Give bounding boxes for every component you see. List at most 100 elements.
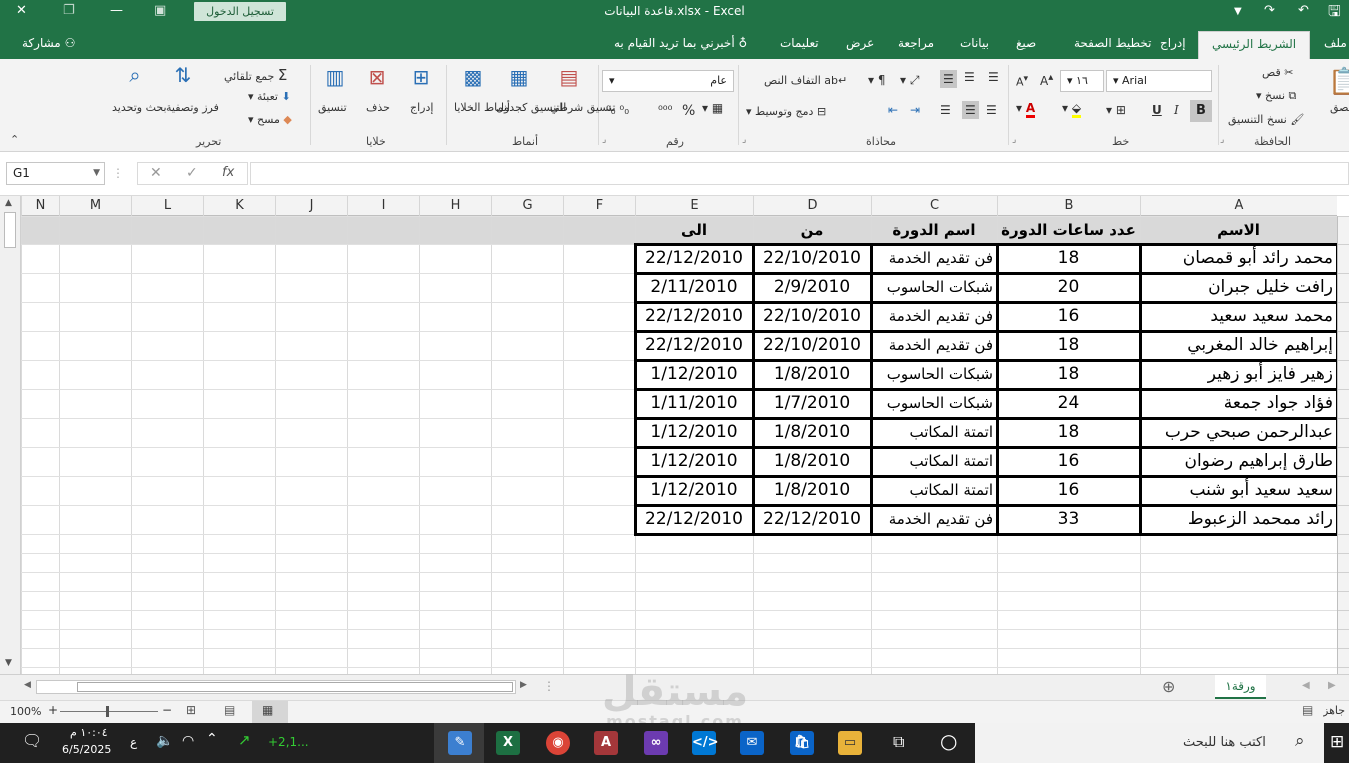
excel-icon[interactable]: X: [496, 731, 520, 755]
dialog-launcher-icon[interactable]: ⌟: [742, 135, 746, 145]
column-header[interactable]: K: [203, 196, 275, 216]
align-left-icon[interactable]: ☰: [986, 103, 997, 117]
delete-cells-button[interactable]: حذف: [366, 101, 390, 114]
orientation-icon[interactable]: ▾ ⤢: [900, 73, 919, 88]
column-header[interactable]: J: [275, 196, 347, 216]
table-header-cell[interactable]: اسم الدورة: [871, 216, 997, 244]
table-cell[interactable]: 16: [1001, 476, 1136, 505]
scroll-up-icon[interactable]: ▲: [5, 198, 12, 208]
column-header[interactable]: M: [59, 196, 131, 216]
scroll-thumb[interactable]: [4, 212, 16, 248]
qat-dropdown-icon[interactable]: ▼: [1234, 6, 1242, 17]
tab-insert[interactable]: إدراج: [1160, 36, 1186, 50]
table-cell[interactable]: شبكات الحاسوب: [875, 273, 993, 302]
comma-style-icon[interactable]: ⁰⁰⁰: [658, 103, 672, 117]
table-cell[interactable]: سعيد سعيد أبو شنب: [1144, 476, 1333, 505]
underline-button[interactable]: U: [1152, 103, 1162, 117]
cell-styles-button[interactable]: أنماط الخلايا: [454, 101, 510, 114]
macro-record-icon[interactable]: ▤: [1302, 703, 1313, 717]
column-header[interactable]: C: [871, 196, 997, 216]
paste-icon[interactable]: 📋: [1328, 67, 1349, 97]
dialog-launcher-icon[interactable]: ⌟: [1220, 135, 1224, 145]
number-format-select[interactable]: ▾ عام: [602, 70, 734, 92]
table-cell[interactable]: 1/11/2010: [639, 389, 749, 418]
scroll-down-icon[interactable]: ▼: [5, 658, 12, 668]
clock-time[interactable]: ١٠:٠٤ م: [70, 726, 108, 739]
page-layout-view-icon[interactable]: ▤: [224, 703, 235, 717]
table-cell[interactable]: 22/10/2010: [757, 331, 867, 360]
column-header[interactable]: A: [1140, 196, 1337, 216]
clear-button[interactable]: ▾ مسح ◆: [248, 113, 292, 126]
italic-button[interactable]: I: [1174, 103, 1179, 117]
sheet-tab[interactable]: ورقة١: [1215, 675, 1266, 699]
tab-review[interactable]: مراجعة: [898, 36, 934, 50]
collapse-ribbon-icon[interactable]: ⌃: [10, 133, 19, 146]
cortana-icon[interactable]: ○: [940, 729, 957, 753]
save-icon[interactable]: 🖫: [1328, 1, 1341, 26]
stock-widget[interactable]: +2,1...: [268, 735, 309, 749]
table-cell[interactable]: فن تقديم الخدمة: [875, 244, 993, 273]
currency-icon[interactable]: ▾ ▦: [702, 101, 723, 115]
indent-increase-icon[interactable]: ⇥: [910, 103, 920, 117]
table-cell[interactable]: 24: [1001, 389, 1136, 418]
tray-chevron-icon[interactable]: ⌃: [206, 731, 218, 747]
column-header[interactable]: F: [563, 196, 635, 216]
font-size-select[interactable]: ▾ ١٦: [1060, 70, 1104, 92]
table-cell[interactable]: محمد رائد أبو قمصان: [1144, 244, 1333, 273]
table-cell[interactable]: طارق إبراهيم رضوان: [1144, 447, 1333, 476]
tab-file[interactable]: ملف: [1324, 36, 1347, 50]
copy-button[interactable]: ▾ نسخ ⧉: [1256, 89, 1296, 103]
column-header[interactable]: I: [347, 196, 419, 216]
language-indicator[interactable]: ع: [130, 735, 137, 749]
table-cell[interactable]: 2/9/2010: [757, 273, 867, 302]
table-cell[interactable]: 22/12/2010: [639, 244, 749, 273]
name-box[interactable]: G1 ▼: [6, 162, 105, 185]
tell-me-search[interactable]: أخبرني بما تريد القيام به ♁: [614, 36, 747, 50]
visual-studio-icon[interactable]: ∞: [644, 731, 668, 755]
table-cell[interactable]: 1/8/2010: [757, 447, 867, 476]
table-header-cell[interactable]: الاسم: [1140, 216, 1337, 244]
table-cell[interactable]: 20: [1001, 273, 1136, 302]
indent-decrease-icon[interactable]: ⇤: [888, 103, 898, 117]
add-sheet-icon[interactable]: ⊕: [1162, 677, 1175, 696]
table-cell[interactable]: فن تقديم الخدمة: [875, 505, 993, 534]
table-cell[interactable]: 22/10/2010: [757, 302, 867, 331]
page-break-view-icon[interactable]: ⊞: [186, 703, 196, 717]
table-cell[interactable]: 1/12/2010: [639, 447, 749, 476]
zoom-in-icon[interactable]: +: [48, 703, 58, 717]
hscroll-right-icon[interactable]: ▶: [520, 680, 527, 690]
font-name-select[interactable]: ▾ Arial: [1106, 70, 1212, 92]
table-cell[interactable]: اتمتة المكاتب: [875, 418, 993, 447]
align-bottom-icon[interactable]: ☰: [940, 70, 957, 88]
zoom-out-icon[interactable]: −: [162, 703, 172, 717]
table-cell[interactable]: 18: [1001, 360, 1136, 389]
column-header[interactable]: L: [131, 196, 203, 216]
table-cell[interactable]: 1/8/2010: [757, 476, 867, 505]
prev-sheet-icon[interactable]: ◀: [1302, 680, 1310, 691]
merge-center-button[interactable]: ▾ دمج وتوسيط ⊟: [746, 105, 826, 118]
dialog-launcher-icon[interactable]: ⌟: [602, 135, 606, 145]
table-cell[interactable]: 16: [1001, 447, 1136, 476]
clock-date[interactable]: 6/5/2025: [62, 743, 111, 756]
fill-button[interactable]: ▾ تعبئة ⬇: [248, 90, 291, 103]
chrome-icon[interactable]: ◉: [546, 731, 570, 755]
tab-home[interactable]: الشريط الرئيسي: [1198, 31, 1311, 59]
table-cell[interactable]: اتمتة المكاتب: [875, 476, 993, 505]
font-color-icon[interactable]: ▾ A: [1016, 101, 1036, 118]
table-cell[interactable]: رائد ممحمد الزعبوط: [1144, 505, 1333, 534]
table-cell[interactable]: 22/12/2010: [639, 302, 749, 331]
tab-page-layout[interactable]: تخطيط الصفحة: [1074, 36, 1151, 50]
table-cell[interactable]: 1/12/2010: [639, 418, 749, 447]
table-header-cell[interactable]: الى: [635, 216, 753, 244]
column-header[interactable]: E: [635, 196, 753, 216]
hscroll-thumb[interactable]: [77, 682, 513, 692]
table-cell[interactable]: 22/12/2010: [639, 331, 749, 360]
store-icon[interactable]: 🛍: [790, 731, 814, 755]
next-sheet-icon[interactable]: ▶: [1328, 680, 1336, 691]
undo-icon[interactable]: ↶: [1298, 3, 1309, 18]
table-cell[interactable]: 33: [1001, 505, 1136, 534]
table-header-cell[interactable]: عدد ساعات الدورة: [997, 216, 1140, 244]
table-cell[interactable]: 1/12/2010: [639, 476, 749, 505]
table-cell[interactable]: 18: [1001, 331, 1136, 360]
table-cell[interactable]: عبدالرحمن صبحي حرب: [1144, 418, 1333, 447]
